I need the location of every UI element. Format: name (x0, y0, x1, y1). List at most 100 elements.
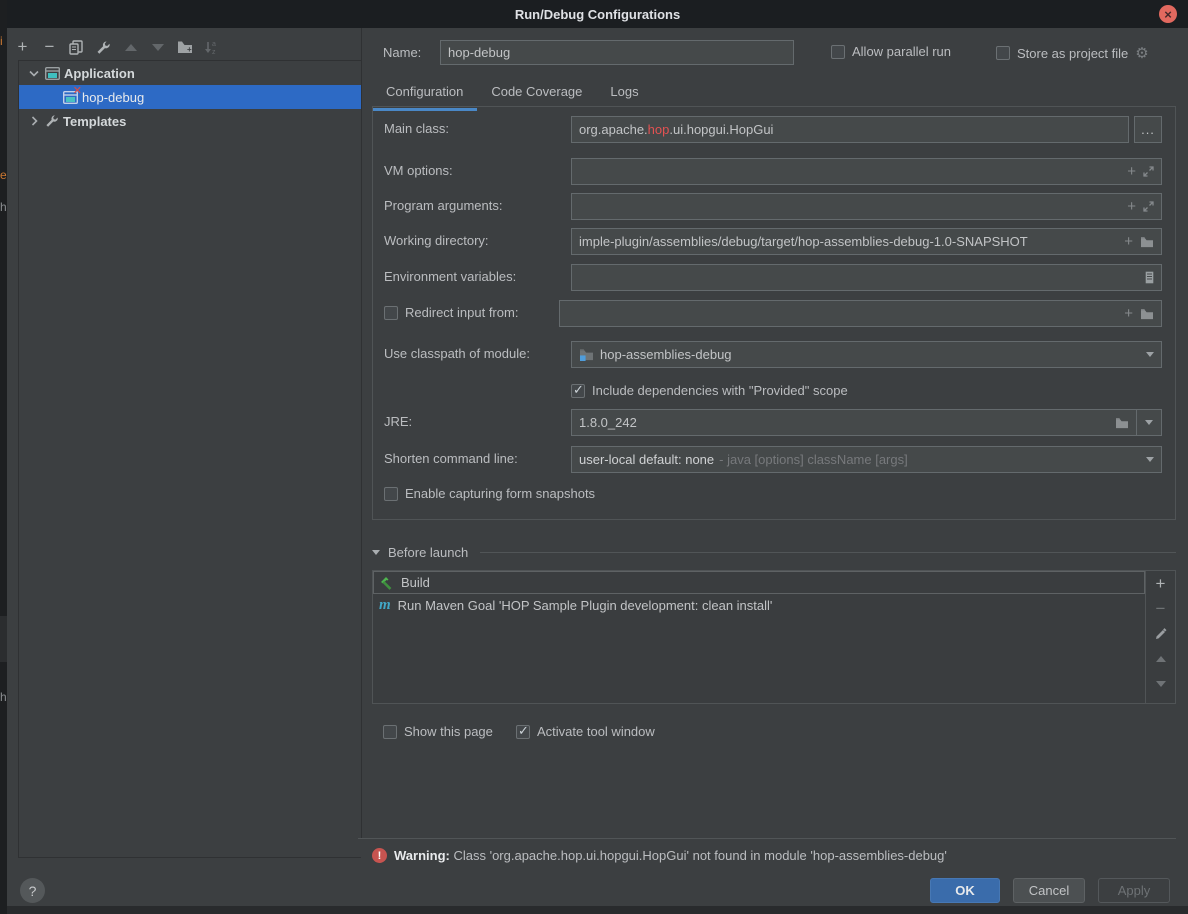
move-task-up-icon[interactable] (1153, 651, 1169, 667)
move-down-icon[interactable] (149, 39, 166, 56)
form-snapshots-checkbox[interactable] (384, 487, 398, 501)
browse-main-class-button[interactable]: ... (1134, 116, 1162, 143)
window-bottom-edge (0, 906, 1188, 914)
allow-parallel-run-label: Allow parallel run (852, 44, 951, 59)
folder-icon[interactable] (1140, 236, 1154, 248)
build-hammer-icon (380, 576, 394, 590)
activate-tool-window-option[interactable]: Activate tool window (516, 724, 655, 739)
working-directory-row: Working directory: imple-plugin/assembli… (373, 228, 1175, 255)
configurations-toolbar: + − + az (14, 36, 220, 58)
footer-divider (358, 838, 1176, 839)
program-arguments-input[interactable]: + (571, 193, 1162, 220)
shorten-cmd-row: Shorten command line: user-local default… (373, 446, 1175, 473)
tree-item-hop-debug[interactable]: ✕ hop-debug (19, 85, 361, 109)
cancel-button[interactable]: Cancel (1013, 878, 1085, 903)
jre-combo-input[interactable]: 1.8.0_242 (571, 409, 1137, 436)
vm-options-label: VM options: (384, 163, 453, 178)
expand-icon[interactable] (1143, 166, 1154, 177)
ok-button[interactable]: OK (930, 878, 1000, 903)
tree-item-label: hop-debug (82, 90, 144, 105)
templates-wrench-icon (45, 114, 59, 128)
module-icon (579, 348, 594, 361)
editor-scrollbar-thumb (0, 616, 7, 662)
chevron-right-icon[interactable] (27, 114, 41, 128)
new-folder-icon[interactable]: + (176, 39, 193, 56)
provided-scope-row: Include dependencies with "Provided" sco… (373, 378, 1175, 405)
remove-task-button[interactable]: − (1153, 601, 1169, 617)
dialog-title: Run/Debug Configurations (515, 7, 680, 22)
before-launch-list: Build m Run Maven Goal 'HOP Sample Plugi… (373, 571, 1145, 703)
add-icon[interactable]: + (1127, 198, 1136, 215)
provided-scope-checkbox[interactable] (571, 384, 585, 398)
svg-text:z: z (212, 49, 216, 55)
help-button[interactable]: ? (20, 878, 45, 903)
store-as-project-file-label: Store as project file (1017, 46, 1128, 61)
activate-tool-window-label: Activate tool window (537, 724, 655, 739)
environment-variables-input[interactable] (571, 264, 1162, 291)
folder-icon[interactable] (1140, 308, 1154, 320)
add-task-button[interactable]: + (1153, 576, 1169, 592)
tree-group-application[interactable]: Application (19, 61, 361, 85)
vm-options-input[interactable]: + (571, 158, 1162, 185)
close-icon[interactable]: × (1159, 5, 1177, 23)
tree-group-templates[interactable]: Templates (19, 109, 361, 133)
sort-alphabetically-icon[interactable]: az (203, 39, 220, 56)
main-class-input[interactable]: org.apache.hop.ui.hopgui.HopGui (571, 116, 1129, 143)
add-icon[interactable]: + (1124, 305, 1133, 322)
allow-parallel-run-checkbox[interactable] (831, 45, 845, 59)
remove-configuration-button[interactable]: − (41, 39, 58, 56)
show-this-page-option[interactable]: Show this page (383, 724, 493, 739)
move-up-icon[interactable] (122, 39, 139, 56)
invalid-configuration-icon: ✕ (63, 91, 78, 104)
configuration-panel: Main class: org.apache.hop.ui.hopgui.Hop… (372, 106, 1176, 520)
apply-button[interactable]: Apply (1098, 878, 1170, 903)
maven-icon: m (379, 597, 391, 614)
store-settings-gear-icon[interactable]: ⚙ (1135, 44, 1148, 62)
add-icon[interactable]: + (1124, 233, 1133, 250)
add-icon[interactable]: + (1127, 163, 1136, 180)
jre-row: JRE: 1.8.0_242 (373, 409, 1175, 436)
before-launch-item-maven[interactable]: m Run Maven Goal 'HOP Sample Plugin deve… (373, 594, 1145, 617)
chevron-down-icon (1145, 420, 1153, 425)
store-as-project-file-option[interactable]: Store as project file ⚙ (996, 44, 1149, 62)
browse-variables-icon[interactable] (1145, 271, 1154, 284)
tree-group-label: Templates (63, 114, 126, 129)
add-configuration-button[interactable]: + (14, 39, 31, 56)
section-divider (480, 552, 1176, 553)
name-input[interactable]: hop-debug (440, 40, 794, 65)
move-task-down-icon[interactable] (1153, 676, 1169, 692)
redirect-input-field[interactable]: + (559, 300, 1162, 327)
store-as-project-file-checkbox[interactable] (996, 46, 1010, 60)
edit-templates-wrench-icon[interactable] (95, 39, 112, 56)
before-launch-item-build[interactable]: Build (373, 571, 1145, 594)
chevron-down-icon[interactable] (1146, 352, 1154, 357)
before-launch-header[interactable]: Before launch (372, 545, 1176, 560)
editor-text-fragment: e (0, 168, 7, 182)
module-dropdown[interactable]: hop-assemblies-debug (571, 341, 1162, 368)
working-directory-label: Working directory: (384, 233, 489, 248)
chevron-down-icon[interactable] (27, 66, 41, 80)
working-directory-input[interactable]: imple-plugin/assemblies/debug/target/hop… (571, 228, 1162, 255)
chevron-down-icon[interactable] (1146, 457, 1154, 462)
allow-parallel-run-option[interactable]: Allow parallel run (831, 44, 951, 59)
name-label: Name: (383, 45, 421, 60)
show-this-page-checkbox[interactable] (383, 725, 397, 739)
redirect-input-label: Redirect input from: (405, 305, 518, 320)
warning-message: ! Warning: Class 'org.apache.hop.ui.hopg… (372, 848, 947, 863)
collapse-triangle-icon[interactable] (372, 550, 380, 555)
redirect-input-checkbox[interactable] (384, 306, 398, 320)
editor-text-fragment: i (0, 34, 3, 48)
edit-task-pencil-icon[interactable] (1153, 626, 1169, 642)
shorten-cmd-dropdown[interactable]: user-local default: none - java [options… (571, 446, 1162, 473)
folder-icon[interactable] (1115, 417, 1129, 429)
copy-configuration-icon[interactable] (68, 39, 85, 56)
jre-dropdown-button[interactable] (1137, 409, 1162, 436)
use-classpath-row: Use classpath of module: hop-assemblies-… (373, 341, 1175, 368)
provided-scope-label: Include dependencies with "Provided" sco… (592, 383, 848, 398)
form-snapshots-row: Enable capturing form snapshots (373, 481, 1175, 508)
main-class-label: Main class: (384, 121, 449, 136)
main-class-row: Main class: org.apache.hop.ui.hopgui.Hop… (373, 116, 1175, 143)
activate-tool-window-checkbox[interactable] (516, 725, 530, 739)
redirect-input-row: Redirect input from: + (373, 300, 1175, 327)
expand-icon[interactable] (1143, 201, 1154, 212)
